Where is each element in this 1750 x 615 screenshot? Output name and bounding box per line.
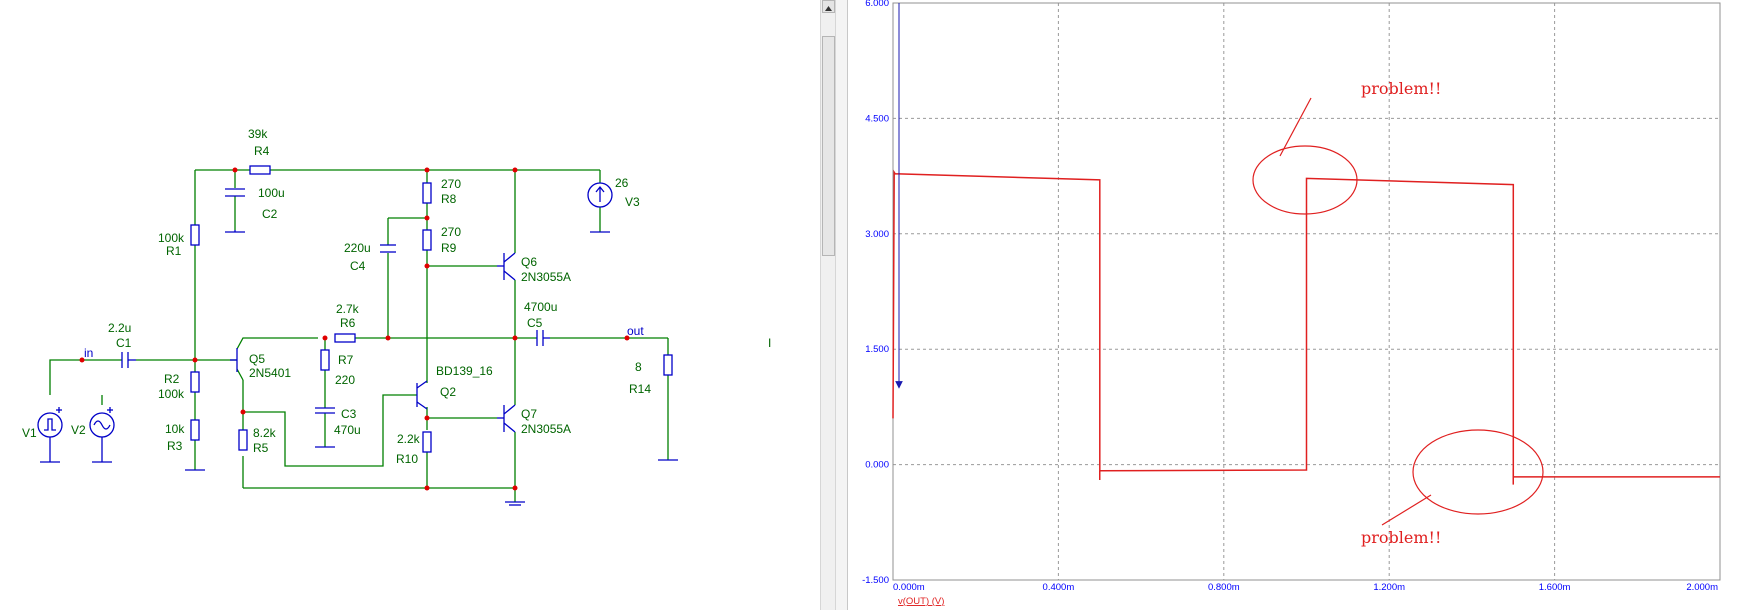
c4-value: 220u	[344, 241, 371, 255]
c2-value: 100u	[258, 186, 285, 200]
q7-value: 2N3055A	[521, 422, 571, 436]
r9-name: R9	[441, 241, 457, 255]
r14-name: R14	[629, 382, 651, 396]
y-tick-label: 0.000	[865, 460, 889, 471]
r2-symbol[interactable]	[190, 371, 200, 393]
y-tick-label: 6.000	[865, 0, 889, 9]
r6-symbol[interactable]	[334, 333, 356, 343]
scroll-up-arrow-icon[interactable]	[822, 0, 835, 13]
wires	[49, 169, 669, 502]
problem-pointer-top	[1279, 97, 1312, 157]
r8-symbol[interactable]	[422, 182, 432, 204]
x-tick-label: 1.200m	[1373, 582, 1405, 593]
y-tick-label: -1.500	[862, 575, 889, 586]
r9-value: 270	[441, 225, 461, 239]
component-labels: 39k R4 100u C2 100k R1 270 R8 270 R9 220…	[22, 127, 771, 466]
trace-legend-label: v(OUT) (V)	[898, 596, 944, 607]
cursor-marker	[895, 3, 903, 389]
q2-value: BD139_16	[436, 364, 493, 378]
annotation-problem-top: problem!!	[1361, 79, 1441, 98]
c2-name: C2	[262, 207, 278, 221]
c1-value: 2.2u	[108, 321, 131, 335]
r2-name: R2	[164, 372, 180, 386]
component-symbols	[37, 165, 678, 506]
x-axis-ticks: 0.000m 0.400m 0.800m 1.200m 1.600m 2.000m	[893, 582, 1718, 593]
x-tick-label: 1.600m	[1539, 582, 1571, 593]
r3-name: R3	[167, 439, 183, 453]
v3-name: V3	[625, 195, 640, 209]
r10-name: R10	[396, 452, 418, 466]
q2-name: Q2	[440, 385, 456, 399]
pane-splitter[interactable]	[836, 0, 848, 610]
net-label-in: in	[84, 346, 93, 360]
r3-value: 10k	[165, 422, 185, 436]
r1-name: R1	[166, 244, 182, 258]
c3-name: C3	[341, 407, 357, 421]
text-cursor-mark: I	[768, 336, 771, 350]
r4-name: R4	[254, 144, 270, 158]
r4-value: 39k	[248, 127, 268, 141]
y-tick-label: 3.000	[865, 229, 889, 240]
r8-name: R8	[441, 192, 457, 206]
x-tick-label: 2.000m	[1686, 582, 1718, 593]
q6-value: 2N3055A	[521, 270, 571, 284]
v1-symbol[interactable]	[37, 412, 63, 438]
problem-circle-bottom	[1412, 429, 1544, 515]
r10-symbol[interactable]	[422, 431, 432, 453]
v3-value: 26	[615, 176, 629, 190]
vertical-scrollbar[interactable]	[820, 0, 836, 610]
c5-name: C5	[527, 316, 543, 330]
r10-value: 2.2k	[397, 432, 421, 446]
r7-value: 220	[335, 373, 355, 387]
annotations	[1252, 97, 1544, 526]
r6-name: R6	[340, 316, 356, 330]
net-label-out: out	[627, 324, 644, 338]
schematic-canvas[interactable]: 39k R4 100u C2 100k R1 270 R8 270 R9 220…	[0, 0, 820, 610]
v2-name: V2	[71, 423, 86, 437]
q6-name: Q6	[521, 255, 537, 269]
q5-value: 2N5401	[249, 366, 291, 380]
x-tick-label: 0.400m	[1043, 582, 1075, 593]
c4-name: C4	[350, 259, 366, 273]
r8-value: 270	[441, 177, 461, 191]
r9-symbol[interactable]	[422, 229, 432, 251]
schematic-editor[interactable]: 39k R4 100u C2 100k R1 270 R8 270 R9 220…	[0, 0, 820, 610]
r3-symbol[interactable]	[190, 419, 200, 441]
r5-name: R5	[253, 441, 269, 455]
q7-name: Q7	[521, 407, 537, 421]
r2-value: 100k	[158, 387, 185, 401]
q5-name: Q5	[249, 352, 265, 366]
waveform-plot[interactable]: 6.000 4.500 3.000 1.500 0.000 -1.500 0.000m 0.…	[848, 0, 1750, 610]
r6-value: 2.7k	[336, 302, 360, 316]
x-tick-label: 0.800m	[1208, 582, 1240, 593]
r7-symbol[interactable]	[320, 349, 330, 371]
x-tick-label: 0.000m	[893, 582, 925, 593]
v1-name: V1	[22, 426, 37, 440]
r5-value: 8.2k	[253, 426, 277, 440]
r14-symbol[interactable]	[663, 354, 673, 376]
r1-value: 100k	[158, 231, 185, 245]
y-tick-label: 4.500	[865, 113, 889, 124]
c3-value: 470u	[334, 423, 361, 437]
y-tick-label: 1.500	[865, 344, 889, 355]
r7-name: R7	[338, 353, 354, 367]
scroll-thumb[interactable]	[822, 36, 835, 256]
r4-symbol[interactable]	[249, 165, 271, 175]
trace-v-out	[892, 169, 1720, 478]
plot-canvas: 6.0004.5003.0001.5000.000-1.500 0.000m 0.…	[862, 0, 1721, 607]
annotation-problem-bottom: problem!!	[1361, 528, 1441, 547]
r1-symbol[interactable]	[190, 224, 200, 246]
r5-symbol[interactable]	[238, 429, 248, 451]
y-axis-ticks: 6.000 4.500 3.000 1.500 0.000 -1.500	[862, 0, 889, 586]
r14-value: 8	[635, 360, 642, 374]
c5-value: 4700u	[524, 300, 557, 314]
c1-name: C1	[116, 336, 132, 350]
